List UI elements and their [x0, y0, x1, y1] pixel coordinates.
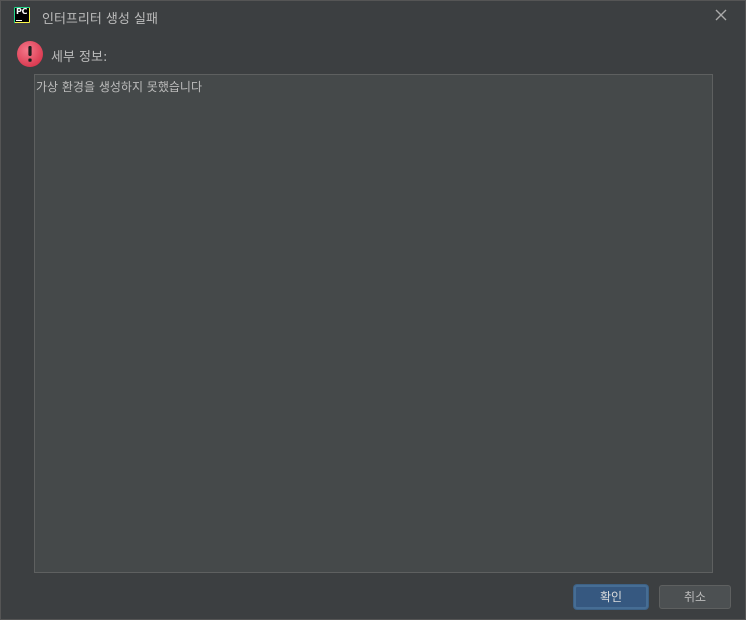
- cancel-button[interactable]: 취소: [659, 585, 731, 609]
- error-icon: [17, 41, 43, 67]
- close-button[interactable]: [709, 5, 733, 27]
- details-text-area[interactable]: 가상 환경을 생성하지 못했습니다: [34, 74, 713, 573]
- error-message: 가상 환경을 생성하지 못했습니다: [36, 80, 203, 94]
- window-title: 인터프리터 생성 실패: [42, 12, 158, 27]
- ok-button[interactable]: 확인: [574, 585, 648, 609]
- close-icon: [715, 9, 727, 21]
- pycharm-logo-bar: [16, 20, 22, 21]
- details-label: 세부 정보:: [51, 50, 108, 65]
- pycharm-logo-icon: PC: [14, 7, 30, 23]
- pycharm-logo-text: PC: [16, 7, 28, 16]
- dialog-window: PC 인터프리터 생성 실패 세부 정보: 가상 환경을 생성하지 못했습니다 …: [0, 0, 746, 620]
- title-bar[interactable]: PC 인터프리터 생성 실패: [1, 1, 745, 31]
